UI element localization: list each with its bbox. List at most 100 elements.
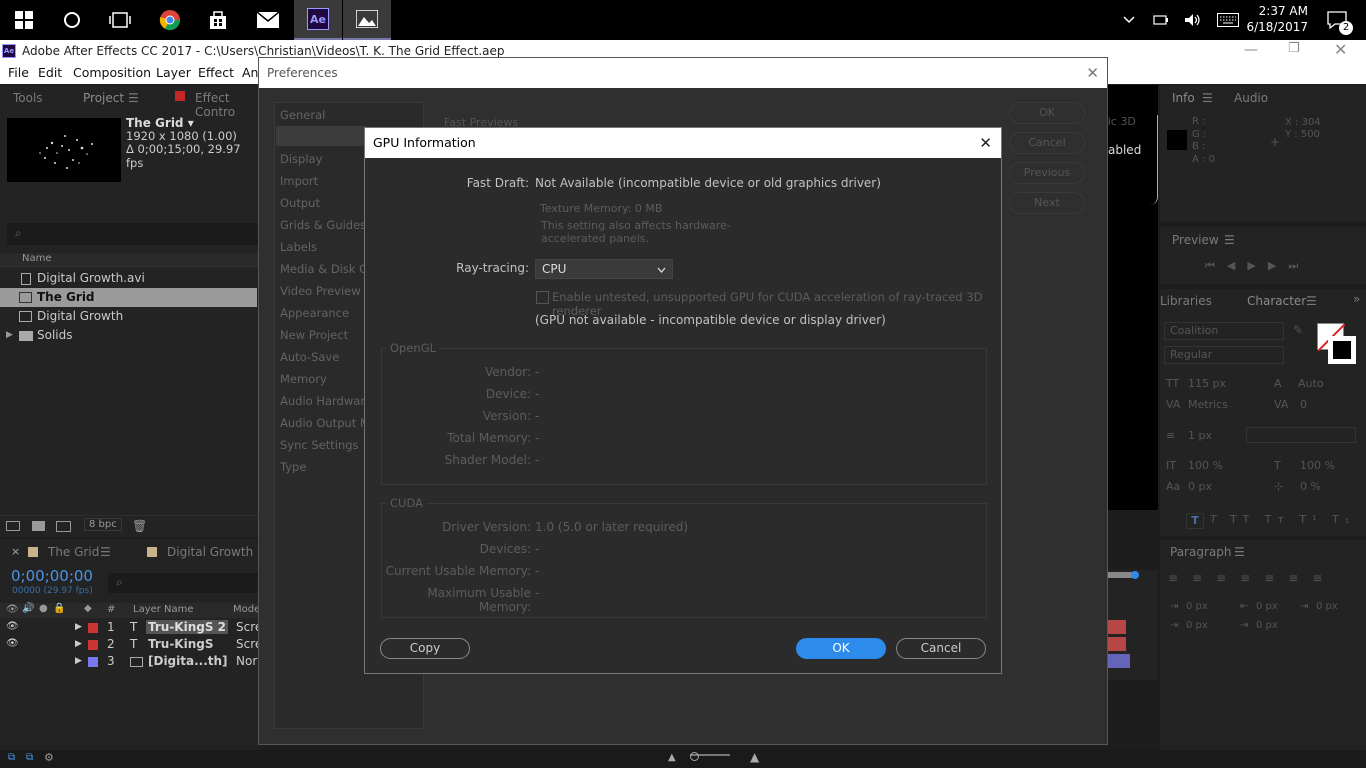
layer-name[interactable]: Tru-KingS: [148, 637, 214, 651]
list-item[interactable]: ▶ Solids: [0, 326, 257, 345]
next-frame-icon[interactable]: ▶: [1268, 259, 1288, 272]
left-indent-value[interactable]: 0 px: [1186, 601, 1208, 612]
space-after-value[interactable]: 0 px: [1256, 620, 1278, 631]
minimize-icon[interactable]: —: [1244, 42, 1258, 58]
play-icon[interactable]: ▶: [1247, 259, 1267, 272]
layer-bar[interactable]: [1108, 637, 1126, 651]
action-center-icon[interactable]: 2: [1322, 0, 1353, 40]
lock-icon[interactable]: 🔒: [53, 603, 65, 614]
column-number[interactable]: #: [107, 604, 115, 615]
horizontal-scale-value[interactable]: 100 %: [1300, 459, 1335, 472]
pref-nav-video-preview[interactable]: Video Preview: [280, 284, 361, 298]
tab-info[interactable]: Info: [1172, 91, 1195, 105]
hamburger-icon[interactable]: ☰: [100, 545, 111, 559]
zoom-slider-handle[interactable]: [690, 752, 699, 761]
vertical-scale-value[interactable]: 100 %: [1188, 459, 1223, 472]
menu-animation[interactable]: An: [242, 65, 258, 80]
layer-name[interactable]: Tru-KingS 2: [146, 620, 229, 634]
list-item[interactable]: Digital Growth: [0, 307, 257, 326]
trash-icon[interactable]: 🗑: [132, 519, 147, 533]
disclosure-triangle-icon[interactable]: ▶: [75, 622, 82, 632]
pref-nav-type[interactable]: Type: [280, 460, 306, 474]
space-before-value[interactable]: 0 px: [1186, 620, 1208, 631]
after-effects-taskbar-icon[interactable]: Ae: [294, 0, 342, 40]
eye-icon[interactable]: 👁: [6, 621, 19, 632]
table-row[interactable]: ▶ 3 [Digita...th] Nor: [0, 654, 258, 671]
label-color-swatch[interactable]: [88, 623, 98, 633]
stroke-type-select[interactable]: [1246, 427, 1356, 443]
cortana-icon[interactable]: [48, 0, 96, 40]
pref-nav-import[interactable]: Import: [280, 174, 318, 188]
caps-icons[interactable]: TT Tт T¹ T₁: [1230, 513, 1355, 526]
pref-nav-new-project[interactable]: New Project: [280, 328, 348, 342]
pref-nav-selected[interactable]: [276, 126, 366, 146]
cancel-button[interactable]: Cancel: [896, 638, 986, 659]
faux-italic-icon[interactable]: T: [1210, 513, 1217, 526]
column-name[interactable]: Name: [22, 253, 52, 264]
playhead-handle[interactable]: [1131, 571, 1139, 579]
volume-icon[interactable]: [1182, 0, 1204, 40]
faux-bold-icon[interactable]: T: [1186, 513, 1204, 529]
column-layer-name[interactable]: Layer Name: [133, 604, 194, 615]
pref-nav-labels[interactable]: Labels: [280, 240, 317, 254]
cuda-checkbox[interactable]: [536, 291, 549, 304]
tab-paragraph[interactable]: Paragraph: [1170, 545, 1231, 559]
list-item[interactable]: The Grid: [0, 288, 257, 307]
pref-nav-display[interactable]: Display: [280, 152, 322, 166]
baseline-shift-value[interactable]: 0 px: [1188, 480, 1212, 493]
pref-nav-audio-output-mapping[interactable]: Audio Output Ma: [280, 416, 377, 430]
audio-icon[interactable]: 🔊: [22, 603, 34, 614]
frame-blending-icon[interactable]: ⚙: [44, 751, 54, 764]
disclosure-triangle-icon[interactable]: ▶: [6, 326, 13, 345]
prefs-next-button[interactable]: Next: [1009, 192, 1085, 214]
close-icon[interactable]: ✕: [979, 128, 992, 158]
new-composition-icon[interactable]: [56, 521, 71, 532]
hamburger-icon[interactable]: ☰: [128, 91, 139, 105]
photos-icon[interactable]: [343, 0, 391, 40]
pref-nav-auto-save[interactable]: Auto-Save: [280, 350, 339, 364]
copy-button[interactable]: Copy: [380, 638, 470, 659]
table-row[interactable]: 👁 ▶ 2 T Tru-KingS Scre: [0, 637, 262, 654]
stroke-color-swatch[interactable]: [1328, 336, 1356, 364]
prefs-ok-button[interactable]: OK: [1009, 102, 1085, 124]
eyedropper-icon[interactable]: ✎: [1293, 323, 1303, 337]
tab-character[interactable]: Character: [1247, 294, 1306, 308]
font-size-value[interactable]: 115 px: [1188, 377, 1226, 390]
close-icon[interactable]: ✕: [1086, 58, 1099, 88]
prefs-cancel-button[interactable]: Cancel: [1009, 132, 1085, 154]
expand-panel-icon[interactable]: »: [1353, 292, 1360, 306]
hamburger-icon[interactable]: ☰: [1202, 91, 1213, 105]
disclosure-triangle-icon[interactable]: ▶: [75, 639, 82, 649]
timeline-search-input[interactable]: ⌕: [108, 573, 258, 593]
first-line-indent-value[interactable]: 0 px: [1316, 601, 1338, 612]
tab-digital-growth[interactable]: Digital Growth: [167, 545, 253, 559]
right-indent-value[interactable]: 0 px: [1256, 601, 1278, 612]
tracking-value[interactable]: 0: [1300, 398, 1307, 411]
hamburger-icon[interactable]: ☰: [1306, 294, 1317, 308]
bpc-button[interactable]: 8 bpc: [84, 518, 122, 531]
solo-icon[interactable]: ●: [39, 603, 48, 614]
table-row[interactable]: 👁 ▶ 1 T Tru-KingS 2 Scre: [0, 620, 262, 637]
layer-bar[interactable]: [1108, 620, 1126, 634]
interpret-footage-icon[interactable]: [6, 521, 20, 531]
pref-nav-output[interactable]: Output: [280, 196, 320, 210]
power-icon[interactable]: [1150, 0, 1172, 40]
label-color-swatch[interactable]: [88, 640, 98, 650]
mail-icon[interactable]: [244, 0, 292, 40]
zoom-in-icon[interactable]: ▲: [750, 750, 759, 764]
toggle-switches-icon[interactable]: ⧉: [8, 752, 15, 763]
layer-mode[interactable]: Nor: [236, 654, 257, 668]
pref-nav-general[interactable]: General: [280, 108, 325, 122]
zoom-out-icon[interactable]: ▲: [668, 752, 676, 763]
pref-nav-sync-settings[interactable]: Sync Settings: [280, 438, 359, 452]
hamburger-icon[interactable]: ☰: [1234, 545, 1245, 559]
menu-effect[interactable]: Effect: [198, 65, 234, 80]
menu-edit[interactable]: Edit: [38, 65, 62, 80]
prefs-previous-button[interactable]: Previous: [1009, 162, 1085, 184]
chrome-icon[interactable]: [146, 0, 194, 40]
pref-nav-appearance[interactable]: Appearance: [280, 306, 349, 320]
font-family-select[interactable]: Coalition: [1164, 322, 1284, 340]
task-view-icon[interactable]: [96, 0, 144, 40]
ray-tracing-select[interactable]: CPU: [535, 259, 673, 279]
restore-icon[interactable]: ❐: [1288, 41, 1300, 56]
